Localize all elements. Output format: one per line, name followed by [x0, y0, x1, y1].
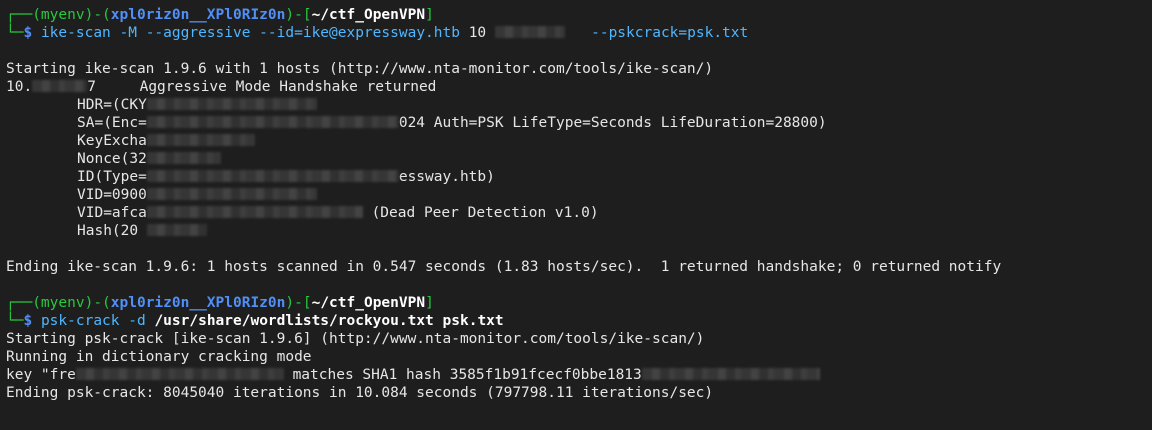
command-line-2: └─$ psk-crack -d /usr/share/wordlists/ro…	[6, 313, 504, 329]
command-args-2: --pskcrack=psk.txt	[591, 25, 749, 41]
scan-vid1: VID=0900	[6, 186, 1152, 204]
redacted-value	[146, 134, 255, 146]
crack-mode: Running in dictionary cracking mode	[6, 349, 312, 365]
redacted-value	[146, 170, 399, 182]
prompt-user-open: (	[102, 7, 111, 23]
prompt-dash-bracket: -[	[294, 7, 312, 23]
redacted-value	[146, 98, 317, 110]
command-flag-2: -d	[119, 313, 155, 329]
prompt-line-2: ┌──(myenv)-(xpl0riz0n__XPl0RIz0n)-[~/ctf…	[6, 295, 434, 311]
terminal-window[interactable]: ┌──(myenv)-(xpl0riz0n__XPl0RIz0n)-[~/ctf…	[0, 0, 1152, 430]
redacted-key	[75, 368, 284, 380]
prompt-line-1: ┌──(myenv)-(xpl0riz0n__XPl0RIz0n)-[~/ctf…	[6, 6, 1152, 24]
scan-sa: SA=(Enc= 024 Auth=PSK LifeType=Seconds Li…	[77, 115, 827, 131]
prompt-cwd: ~/ctf_OpenVPN	[311, 7, 426, 23]
prompt-user-close: )	[285, 7, 295, 23]
command-name: ike-scan	[40, 25, 111, 41]
scan-nonce: Nonce(32	[6, 150, 1152, 168]
scan-vid2: VID=afca (Dead Peer Detection v1.0)	[77, 205, 599, 221]
redacted-value	[146, 224, 207, 236]
redacted-value	[146, 116, 399, 128]
scan-kex: KeyExcha	[6, 132, 1152, 150]
scan-hash: Hash(20	[6, 222, 1152, 240]
prompt-corner-top: ┌──	[6, 7, 33, 23]
scan-host-line: 10. 7 Aggressive Mode Handshake returned	[6, 79, 437, 95]
redacted-host	[32, 80, 88, 92]
prompt-bracket-close: ]	[425, 7, 434, 23]
scan-start: Starting ike-scan 1.9.6 with 1 hosts (ht…	[6, 61, 714, 77]
scan-id: ID(Type= essway.htb)	[77, 169, 495, 185]
prompt-user: xpl0riz0n__XPl0RIz0n	[110, 7, 286, 23]
command-args-3: /usr/share/wordlists/rockyou.txt psk.txt	[154, 313, 504, 329]
crack-start: Starting psk-crack [ike-scan 1.9.6] (htt…	[6, 331, 705, 347]
crack-ending: Ending psk-crack: 8045040 iterations in …	[6, 385, 714, 401]
scan-hdr: HDR=(CKY	[6, 96, 1152, 114]
command-name-2: psk-crack	[40, 313, 120, 329]
redacted-value	[146, 152, 221, 164]
redacted-value	[146, 188, 317, 200]
command-args: -M --aggressive --id=ike@expressway.htb	[110, 25, 469, 41]
scan-ending: Ending ike-scan 1.9.6: 1 hosts scanned i…	[6, 259, 1002, 275]
redacted-value	[146, 206, 363, 218]
redacted-hash	[641, 368, 820, 380]
command-line-1: └─$ ike-scan -M --aggressive --id=ike@ex…	[6, 24, 1152, 42]
prompt-dash: -	[93, 7, 103, 23]
prompt-dollar: $	[23, 25, 41, 41]
command-ip: 10	[468, 25, 487, 41]
prompt-corner-bottom: └─	[6, 25, 24, 41]
prompt-env: (myenv)	[32, 7, 94, 23]
redacted-ip	[494, 26, 565, 38]
crack-key-line: key "fre matches SHA1 hash 3585f1b91fcec…	[6, 366, 1152, 384]
